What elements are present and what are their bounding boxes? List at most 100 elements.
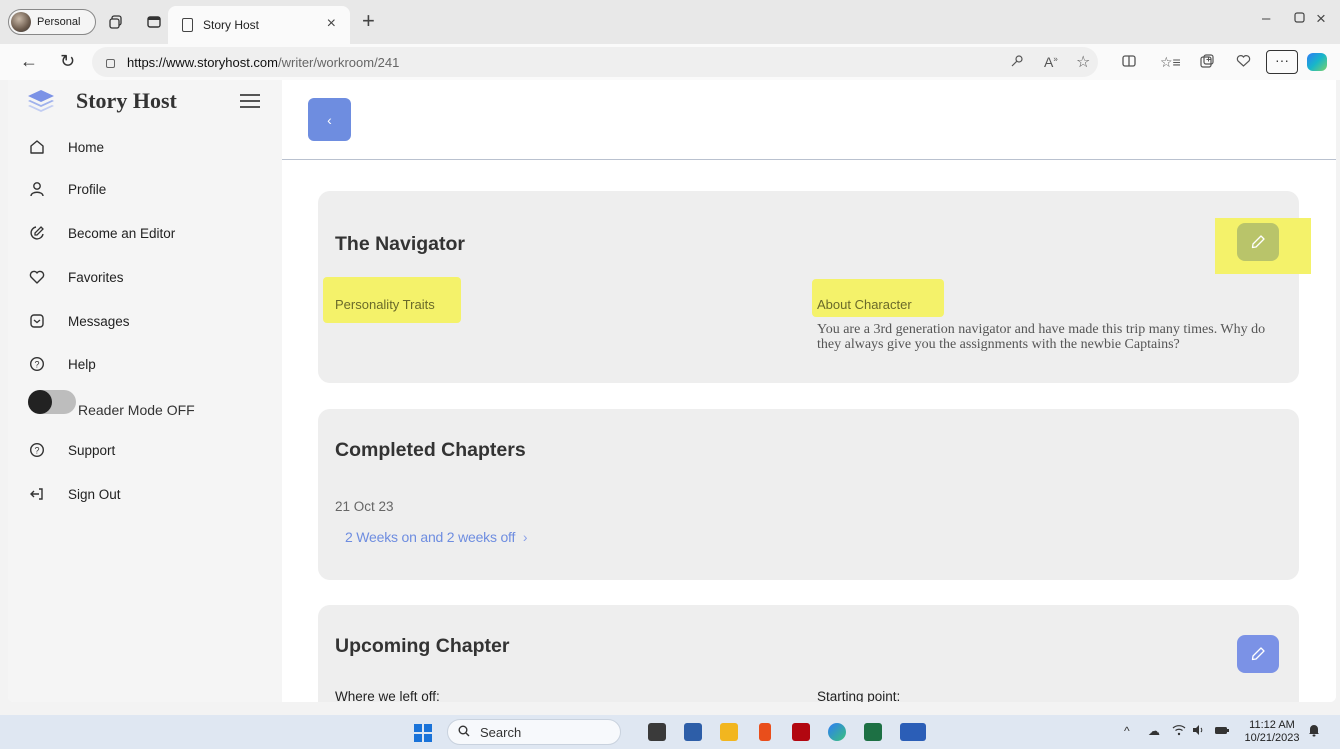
sidebar-item-home[interactable]: Home	[28, 138, 104, 156]
svg-text:?: ?	[34, 360, 39, 370]
main-content: ‹ The Navigator Personality Traits About…	[282, 80, 1336, 702]
workspaces-icon[interactable]	[106, 12, 126, 32]
chapter-link[interactable]: 2 Weeks on and 2 weeks off ›	[345, 529, 528, 545]
url-input[interactable]: https://www.storyhost.com/writer/workroo…	[92, 47, 1098, 77]
favorites-list-icon[interactable]: ☆≡	[1160, 54, 1181, 71]
netflix-icon[interactable]	[792, 723, 810, 741]
browser-essentials-icon[interactable]	[1236, 54, 1251, 71]
battery-icon[interactable]	[1214, 724, 1230, 739]
reader-mode-toggle[interactable]	[28, 390, 76, 414]
restore-icon[interactable]	[1294, 10, 1305, 27]
cloud-icon[interactable]: ☁	[1148, 724, 1160, 738]
windows-taskbar: Search ^ ☁ 11:12 AM 10/21/2023	[0, 715, 1340, 749]
sidebar-item-label: Support	[68, 442, 116, 458]
reader-mode-label: Reader Mode OFF	[78, 402, 195, 418]
chapter-date: 21 Oct 23	[335, 499, 394, 514]
sidebar-item-label: Messages	[68, 313, 130, 329]
volume-icon[interactable]	[1192, 724, 1206, 739]
favorite-star-icon[interactable]: ☆	[1076, 52, 1090, 72]
sidebar-item-label: Sign Out	[68, 486, 121, 502]
store-icon[interactable]	[684, 723, 702, 741]
toggle-knob	[28, 390, 52, 414]
refresh-icon[interactable]: ↻	[60, 51, 75, 72]
key-icon[interactable]	[1010, 54, 1024, 71]
browser-tab-bar: Personal Story Host × + – ×	[0, 0, 1340, 44]
pencil-icon	[1251, 647, 1265, 661]
sidebar-item-messages[interactable]: Messages	[28, 312, 130, 330]
close-window-icon[interactable]: ×	[1316, 9, 1326, 29]
windows-start-icon[interactable]	[414, 724, 432, 742]
upcoming-chapter-card: Upcoming Chapter Where we left off: Star…	[318, 605, 1299, 702]
completed-chapters-title: Completed Chapters	[335, 439, 526, 461]
file-explorer-icon[interactable]	[720, 723, 738, 741]
hamburger-menu-icon[interactable]	[240, 94, 260, 108]
tab-actions-icon[interactable]	[144, 12, 164, 32]
sidebar-item-sign-out[interactable]: Sign Out	[28, 485, 121, 503]
url-path: /writer/workroom/241	[278, 54, 400, 70]
where-we-left-off-label: Where we left off:	[335, 689, 440, 702]
profile-label: Personal	[37, 16, 81, 28]
completed-chapters-card: Completed Chapters 21 Oct 23 2 Weeks on …	[318, 409, 1299, 580]
sidebar-item-label: Become an Editor	[68, 225, 176, 241]
word-icon[interactable]	[900, 723, 926, 741]
split-screen-icon[interactable]	[1122, 54, 1136, 71]
chapter-link-text: 2 Weeks on and 2 weeks off	[345, 529, 516, 545]
brand[interactable]: Story Host	[26, 88, 177, 114]
page-icon	[182, 18, 193, 32]
minimize-icon[interactable]: –	[1262, 10, 1270, 27]
new-tab-icon[interactable]: +	[362, 8, 375, 34]
back-arrow-icon[interactable]: ←	[20, 51, 38, 72]
sidebar-item-favorites[interactable]: Favorites	[28, 268, 124, 286]
profile-button[interactable]: Personal	[8, 9, 96, 35]
taskbar-search[interactable]: Search	[447, 719, 621, 745]
edit-circle-icon	[28, 224, 46, 242]
tab-story-host[interactable]: Story Host ×	[168, 6, 350, 44]
read-aloud-icon[interactable]: A»	[1044, 54, 1058, 70]
help-icon: ?	[28, 355, 46, 373]
help-icon: ?	[28, 441, 46, 459]
about-character-text: You are a 3rd generation navigator and h…	[817, 322, 1266, 352]
character-name: The Navigator	[335, 233, 466, 255]
sidebar-item-label: Favorites	[68, 269, 124, 285]
edge-icon[interactable]	[828, 723, 846, 741]
close-tab-icon[interactable]: ×	[327, 15, 336, 33]
character-card: The Navigator Personality Traits About C…	[318, 191, 1311, 383]
excel-icon[interactable]	[864, 723, 882, 741]
back-button[interactable]: ‹	[308, 98, 351, 141]
svg-text:?: ?	[34, 446, 39, 456]
lock-icon	[106, 58, 115, 68]
edit-upcoming-button[interactable]	[1237, 635, 1279, 673]
sidebar: Story Host Home Profile Become an Editor…	[8, 80, 282, 702]
sidebar-item-label: Home	[68, 139, 105, 155]
sidebar-item-become-editor[interactable]: Become an Editor	[28, 224, 175, 242]
heart-icon	[28, 268, 46, 286]
task-view-icon[interactable]	[648, 723, 666, 741]
layers-logo-icon	[28, 90, 54, 112]
chevron-up-icon[interactable]: ^	[1124, 724, 1130, 738]
sign-out-icon	[28, 485, 46, 503]
wifi-icon[interactable]	[1172, 724, 1186, 739]
address-bar-row: ← ↻ https://www.storyhost.com/writer/wor…	[0, 44, 1340, 80]
clock[interactable]: 11:12 AM 10/21/2023	[1244, 719, 1300, 745]
notification-bell-icon[interactable]	[1308, 724, 1320, 740]
settings-menu-button[interactable]: ···	[1266, 50, 1298, 74]
sidebar-item-support[interactable]: ? Support	[28, 441, 115, 459]
sidebar-item-profile[interactable]: Profile	[28, 180, 106, 198]
tab-title: Story Host	[203, 18, 260, 32]
copilot-icon[interactable]	[1307, 53, 1327, 71]
collections-icon[interactable]	[1200, 54, 1214, 71]
chevron-right-icon: ›	[522, 529, 528, 545]
user-icon	[28, 180, 46, 198]
search-icon	[458, 725, 470, 740]
sidebar-item-label: Help	[68, 356, 96, 372]
avatar	[11, 12, 31, 32]
office-icon[interactable]	[759, 723, 771, 741]
upcoming-chapter-title: Upcoming Chapter	[335, 635, 510, 657]
home-icon	[28, 138, 46, 156]
edit-character-button[interactable]	[1237, 223, 1279, 261]
personality-traits-label: Personality Traits	[335, 297, 435, 312]
clock-date: 10/21/2023	[1244, 732, 1300, 744]
clock-time: 11:12 AM	[1249, 719, 1295, 731]
sidebar-item-help[interactable]: ? Help	[28, 355, 96, 373]
web-page: Story Host Home Profile Become an Editor…	[8, 80, 1336, 702]
